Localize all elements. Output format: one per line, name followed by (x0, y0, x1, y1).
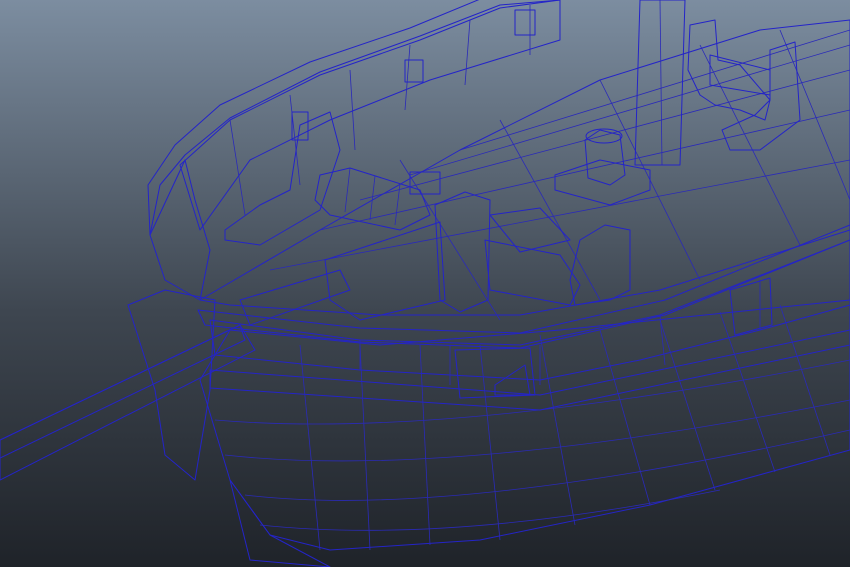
viewport-background (0, 0, 850, 567)
modeling-viewport[interactable] (0, 0, 850, 567)
viewport-canvas[interactable] (0, 0, 850, 567)
